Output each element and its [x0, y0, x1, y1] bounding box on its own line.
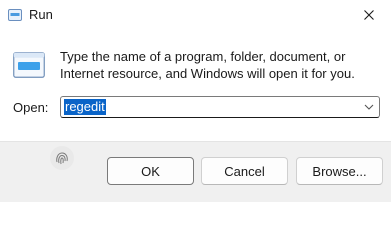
run-program-icon — [13, 52, 45, 78]
ok-button[interactable]: OK — [107, 157, 194, 185]
dialog-description: Type the name of a program, folder, docu… — [60, 49, 355, 81]
title-bar[interactable]: Run — [0, 0, 391, 30]
close-button[interactable] — [346, 0, 391, 30]
browse-button[interactable]: Browse... — [296, 157, 383, 185]
open-input[interactable]: regedit — [64, 99, 106, 115]
close-icon — [363, 10, 374, 20]
fingerprint-icon — [50, 146, 74, 170]
window-title: Run — [29, 7, 53, 22]
open-combobox[interactable]: regedit — [60, 96, 380, 118]
cancel-button[interactable]: Cancel — [201, 157, 288, 185]
chevron-down-icon — [364, 104, 374, 110]
open-label: Open: — [13, 100, 49, 115]
run-icon — [8, 9, 22, 21]
dropdown-button[interactable] — [362, 101, 376, 113]
